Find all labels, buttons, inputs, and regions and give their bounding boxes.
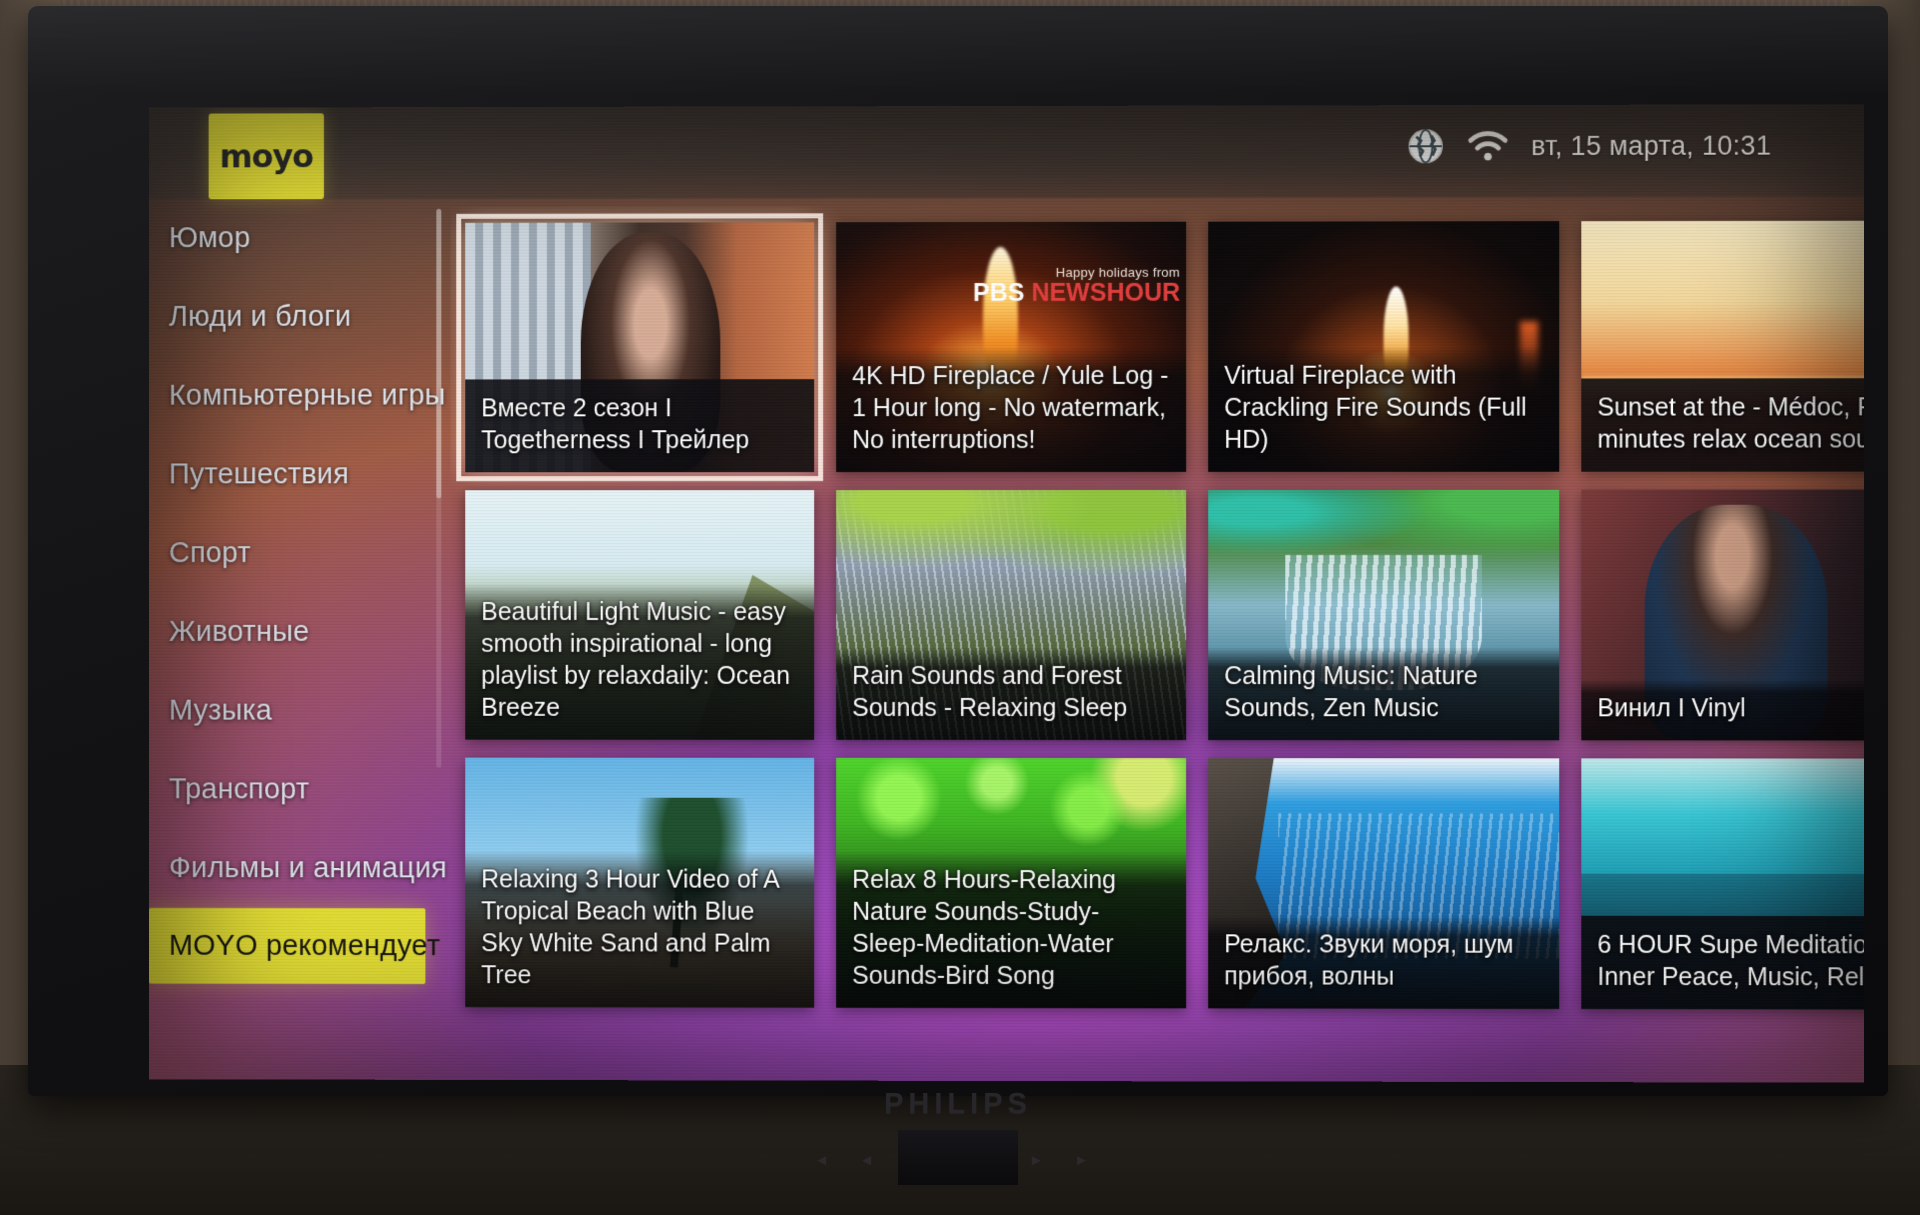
sidebar-item-1[interactable]: Фильмы и анимация xyxy=(149,829,447,908)
status-bar-right: вт, 15 марта, 10:31 xyxy=(1407,127,1772,166)
sidebar-item-9[interactable]: Юмор xyxy=(149,199,447,278)
sidebar-item-label: Животные xyxy=(168,615,310,648)
content-area: Вместе 2 сезон I Togetherness I Трейлер H… xyxy=(450,205,1864,1063)
video-tile[interactable]: Винил I Vinyl xyxy=(1581,489,1864,741)
status-bar: вт, 15 марта, 10:31 xyxy=(149,104,1864,200)
sidebar-item-label: Люди и блоги xyxy=(168,300,352,333)
television: вт, 15 марта, 10:31 moyo Юмор Люди и блог… xyxy=(28,0,1888,1185)
status-datetime: вт, 15 марта, 10:31 xyxy=(1531,130,1772,161)
sidebar-item-4[interactable]: Животные xyxy=(149,593,447,672)
watermark-pbs: PBS xyxy=(973,279,1025,308)
room-photo: вт, 15 марта, 10:31 moyo Юмор Люди и блог… xyxy=(0,0,1920,1215)
video-title: Rain Sounds and Forest Sounds - Relaxing… xyxy=(836,646,1187,741)
sidebar-item-label: Музыка xyxy=(168,694,273,727)
video-title: 4K HD Fireplace / Yule Log - 1 Hour long… xyxy=(836,346,1187,473)
video-tile[interactable]: Sunset at the - Médoc, Fran minutes rela… xyxy=(1581,220,1864,472)
video-title: Beautiful Light Music - easy smooth insp… xyxy=(465,583,815,740)
video-title: Релакс. Звуки моря, шум прибоя, волны xyxy=(1208,915,1560,1009)
tv-bezel-gloss xyxy=(28,6,1888,96)
video-title: Relax 8 Hours-Relaxing Nature Sounds-Stu… xyxy=(836,850,1187,1009)
video-tile[interactable]: Relaxing 3 Hour Video of A Tropical Beac… xyxy=(465,757,815,1008)
video-tile[interactable]: Happy holidays from PBS NEWSHOUR 4K HD Fir… xyxy=(836,221,1187,473)
tv-brand-label: PHILIPS xyxy=(884,1088,1032,1120)
sidebar-item-label: Компьютерные игры xyxy=(168,379,446,412)
video-tile[interactable]: Relax 8 Hours-Relaxing Nature Sounds-Stu… xyxy=(836,757,1187,1009)
video-tile[interactable]: 6 HOUR Supe Meditation: R Inner Peace, M… xyxy=(1581,758,1864,1010)
sidebar-item-7[interactable]: Компьютерные игры xyxy=(149,357,447,436)
video-tile[interactable]: Virtual Fireplace with Crackling Fire So… xyxy=(1208,221,1560,472)
sidebar-item-0[interactable]: MOYO рекомендует xyxy=(149,907,440,985)
moyo-logo-text: moyo xyxy=(219,137,314,176)
video-tile[interactable]: Beautiful Light Music - easy smooth insp… xyxy=(465,490,815,740)
wifi-icon xyxy=(1467,129,1509,163)
watermark-brand: PBS NEWSHOUR xyxy=(973,279,1181,308)
video-grid: Вместе 2 сезон I Togetherness I Трейлер H… xyxy=(450,205,1864,1010)
sidebar-item-label: MOYO рекомендует xyxy=(168,929,441,962)
video-title: 6 HOUR Supe Meditation: R Inner Peace, M… xyxy=(1581,915,1864,1010)
video-title: Винил I Vinyl xyxy=(1581,679,1864,741)
globe-icon xyxy=(1407,127,1445,165)
video-tile[interactable]: Rain Sounds and Forest Sounds - Relaxing… xyxy=(836,489,1187,741)
sidebar-item-label: Юмор xyxy=(168,222,251,255)
video-title: Вместе 2 сезон I Togetherness I Трейлер xyxy=(465,379,815,473)
category-sidebar[interactable]: Юмор Люди и блоги Компьютерные игры Путешес… xyxy=(149,199,447,1080)
sidebar-item-6[interactable]: Путешествия xyxy=(149,435,447,514)
sidebar-item-8[interactable]: Люди и блоги xyxy=(149,278,447,357)
video-tile[interactable]: Релакс. Звуки моря, шум прибоя, волны xyxy=(1208,758,1560,1009)
video-tile[interactable]: Calming Music: Nature Sounds, Zen Music xyxy=(1208,489,1560,741)
moyo-logo: moyo xyxy=(208,113,324,200)
tv-stand xyxy=(898,1130,1018,1185)
tv-screen: вт, 15 марта, 10:31 moyo Юмор Люди и блог… xyxy=(149,104,1864,1083)
video-title: Relaxing 3 Hour Video of A Tropical Beac… xyxy=(465,850,815,1008)
sidebar-scrollbar[interactable] xyxy=(436,208,442,768)
sidebar-item-3[interactable]: Музыка xyxy=(149,672,447,751)
watermark-newshour: NEWSHOUR xyxy=(1031,279,1181,308)
sidebar-item-label: Спорт xyxy=(168,537,251,570)
sidebar-item-2[interactable]: Транспорт xyxy=(149,750,447,829)
sidebar-item-5[interactable]: Спорт xyxy=(149,514,447,593)
sidebar-item-label: Транспорт xyxy=(168,773,310,806)
sidebar-item-label: Фильмы и анимация xyxy=(168,852,448,885)
video-title: Virtual Fireplace with Crackling Fire So… xyxy=(1208,346,1560,472)
pbs-watermark: Happy holidays from PBS NEWSHOUR xyxy=(973,265,1181,308)
sidebar-item-label: Путешествия xyxy=(168,458,349,491)
video-tile[interactable]: Вместе 2 сезон I Togetherness I Трейлер xyxy=(456,213,824,482)
video-title: Sunset at the - Médoc, Fran minutes rela… xyxy=(1581,378,1864,472)
video-title: Calming Music: Nature Sounds, Zen Music xyxy=(1208,647,1560,741)
